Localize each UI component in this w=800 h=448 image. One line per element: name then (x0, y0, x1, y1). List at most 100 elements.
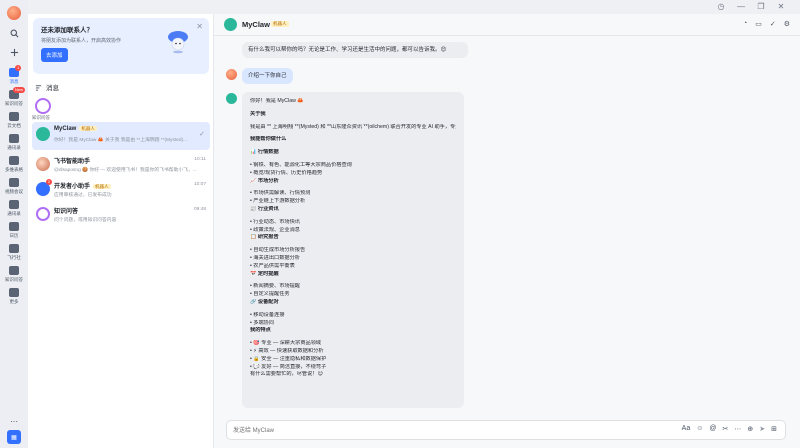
ellipsis-icon[interactable]: ⋯ (7, 414, 21, 428)
knowledge-qa-shortcut[interactable] (35, 98, 51, 114)
text-format-icon[interactable]: Aa (682, 425, 691, 433)
conversation-name: 开发者小助手 机器人 (54, 184, 111, 190)
reply-line: • 市场供需解读、行情预测 (250, 190, 311, 197)
screenshot-icon[interactable]: ✂ (723, 425, 729, 433)
chat-title: MyClaw (242, 20, 270, 29)
contacts-icon (9, 134, 19, 143)
unread-badge: 1 (15, 65, 22, 71)
rail-item-knowledge-qa[interactable]: New 知识问答 (0, 87, 28, 107)
left-rail: 1 消息 New 知识问答 云文档 通讯录 多维表格 视频会议 通讯录 日历 飞… (0, 0, 28, 448)
conversation-panel: 还未添加联系人？ 将朋友添加为联系人，开启高效协作 去添加 ✕ 消息 知识问答 … (28, 14, 214, 448)
chat-search-icon[interactable]: ◔ (743, 20, 747, 28)
rail-item-contacts-2[interactable]: 通讯录 (0, 200, 28, 217)
history-icon[interactable]: ◷ (716, 2, 726, 12)
reply-line: • 💬 友好 — 简洁直接，不绕弯子 (250, 363, 327, 370)
chat-header-actions: ◔ ▭ ✓ ⚙ (743, 20, 790, 28)
reply-heading: 我的特点 (250, 327, 271, 334)
reply-line: • 自定义提醒任务 (250, 291, 290, 298)
more-options-icon[interactable]: ⋯ (734, 425, 741, 433)
reply-line: • 多端协同 (250, 319, 275, 326)
rail-item-messages[interactable]: 1 消息 (0, 65, 28, 85)
message-composer: Aa ☺ @ ✂ ⋯ ⊕ ➤ ⊞ (226, 420, 786, 440)
reply-line: • 行业动态、市场快讯 (250, 218, 300, 225)
close-banner-icon[interactable]: ✕ (196, 22, 203, 31)
conversation-preview: 应用审核通过，已发布成功 (54, 193, 112, 198)
maximize-icon[interactable]: ❐ (756, 2, 766, 12)
bot-tag: 机器人 (93, 184, 111, 189)
rail-item-club[interactable]: 飞行社 (0, 244, 28, 261)
message-input[interactable] (233, 425, 673, 437)
reply-heading: 我能帮你做什么 (250, 136, 287, 143)
composer-tools: Aa ☺ @ ✂ ⋯ ⊕ ➤ ⊞ (682, 425, 777, 433)
lightbulb-icon (9, 266, 19, 275)
emoji-icon[interactable]: ☺ (696, 425, 703, 433)
rail-item-knowledge-qa-2[interactable]: 知识问答 (0, 266, 28, 283)
conversation-time: 09:48 (193, 207, 206, 212)
add-attachment-icon[interactable]: ⊕ (747, 425, 753, 433)
bot-message-previous: 有什么我可以帮你的吗？无论是工作、学习还是生活中的问题，都可以告诉我。😊 (242, 42, 468, 59)
myclaw-avatar (36, 127, 50, 141)
user-avatar[interactable] (7, 6, 21, 20)
messages-header: 消息 (35, 82, 59, 92)
conversation-time: 10:11 (194, 157, 206, 162)
assistant-avatar (36, 157, 50, 171)
reply-line: • 🔒 安全 — 注重隐私和数据保护 (250, 355, 327, 362)
bot-tag: 机器人 (79, 126, 97, 131)
close-window-icon[interactable]: ✕ (776, 2, 786, 12)
knowledge-qa-avatar (36, 207, 50, 221)
rail-item-calendar[interactable]: 日历 (0, 222, 28, 239)
send-icon[interactable]: ➤ (759, 425, 765, 433)
reply-line: 有什么需要帮忙的，尽管说！😊 (250, 371, 323, 378)
myclaw-avatar[interactable] (224, 18, 237, 31)
knowledge-qa-shortcut-label: 知识问答 (32, 115, 50, 120)
rail-item-more[interactable]: 更多 (0, 288, 28, 305)
reply-line: • ⚡ 高效 — 快速获取数据和分析 (250, 347, 324, 354)
task-check-icon[interactable]: ✓ (770, 20, 776, 28)
community-icon (9, 244, 19, 253)
messages-title: 消息 (46, 85, 59, 92)
reply-heading: 📋 研究报告 (250, 234, 279, 241)
conversation-preview: @dlsaposng 🍪 你好 — 欢迎使用飞书！我是你的飞书帮助小飞，... (54, 168, 197, 173)
mascot-illustration (168, 31, 188, 54)
window-controls: ◷ — ❐ ✕ (716, 2, 786, 12)
minimize-icon[interactable]: — (736, 2, 746, 12)
reply-heading: 📰 行业资讯 (250, 205, 279, 212)
add-icon[interactable] (7, 45, 21, 59)
chat-area: MyClaw 机器人 ◔ ▭ ✓ ⚙ 有什么我可以帮你的吗？无论是工作、学习还是… (214, 14, 800, 448)
reply-line: 我是由 ** 上海明翔 **(Mysted) 和 **山东隆众资讯 **(oil… (250, 123, 456, 130)
search-icon[interactable] (7, 26, 21, 40)
mention-icon[interactable]: @ (709, 425, 716, 433)
conversation-preview: 问个问题，或用知识问答内容 (54, 218, 117, 223)
app-grid-icon[interactable]: ▦ (7, 430, 21, 444)
conversation-dev-helper[interactable]: 2 开发者小助手 机器人 应用审核通过，已发布成功 10:07 (32, 177, 210, 205)
rail-item-meetings[interactable]: 视频会议 (0, 178, 28, 195)
screen-share-icon[interactable]: ▭ (755, 20, 762, 28)
people-icon (9, 200, 19, 209)
add-contact-button[interactable]: 去添加 (41, 48, 68, 62)
filter-icon[interactable] (35, 84, 42, 91)
reply-line: • 钢铁、有色、能源化工等大宗商品价格查询 (250, 161, 352, 168)
rail-item-contacts[interactable]: 通讯录 (0, 134, 28, 151)
reply-line: 你好！我是 MyClaw 🦀 (250, 98, 304, 104)
document-icon (9, 112, 19, 121)
expand-editor-icon[interactable]: ⊞ (771, 425, 777, 433)
settings-gear-icon[interactable]: ⚙ (784, 20, 790, 28)
rail-item-base[interactable]: 多维表格 (0, 156, 28, 173)
add-contact-banner: 还未添加联系人？ 将朋友添加为联系人，开启高效协作 去添加 ✕ (33, 18, 209, 74)
conversation-time: 10:07 (193, 182, 206, 187)
read-check-icon: ✓ (199, 131, 205, 138)
user-message-avatar (226, 69, 237, 80)
conversation-name: MyClaw 机器人 (54, 126, 97, 132)
conversation-knowledge-qa[interactable]: 知识问答 问个问题，或用知识问答内容 09:48 (32, 202, 210, 230)
chat-header: MyClaw 机器人 ◔ ▭ ✓ ⚙ (214, 14, 800, 36)
reply-line: • 概览/现货行情、历史价格趋势 (250, 169, 323, 176)
conversation-myclaw[interactable]: MyClaw 机器人 你好！我是 MyClaw 🦀 关于我 我是由 **上海明翔 … (32, 122, 210, 150)
reply-heading: 📅 定时提醒 (250, 270, 279, 277)
conversation-name: 飞书智能助手 (54, 159, 91, 165)
bot-reply-message: 你好！我是 MyClaw 🦀 关于我 我是由 ** 上海明翔 **(Mysted) … (242, 92, 464, 408)
reply-line: • 移动设备连接 (250, 311, 285, 318)
conversation-feishu-assistant[interactable]: 飞书智能助手 @dlsaposng 🍪 你好 — 欢迎使用飞书！我是你的飞书帮助… (32, 152, 210, 180)
reply-line: • 海关进出口数据分析 (250, 254, 300, 261)
rail-item-docs[interactable]: 云文档 (0, 112, 28, 129)
user-message: 介绍一下你自己 (242, 68, 293, 85)
